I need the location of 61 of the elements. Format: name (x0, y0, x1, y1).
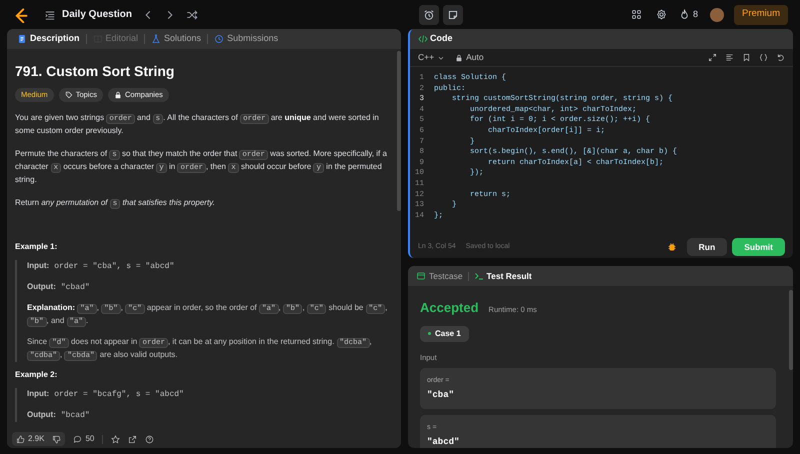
grid-icon[interactable] (630, 9, 642, 20)
scrollbar-thumb[interactable] (788, 290, 792, 370)
example-label: Input: (27, 260, 50, 272)
tag-icon (64, 91, 73, 99)
auto-mode-label: Auto (455, 51, 484, 64)
star-icon[interactable] (111, 434, 120, 444)
tab[interactable]: Test Result (474, 270, 532, 282)
format-icon[interactable] (725, 53, 734, 62)
timer-button[interactable] (419, 4, 440, 24)
tab[interactable]: Submissions (212, 32, 280, 46)
example-label: Output: (27, 409, 56, 421)
example-label: Output: (27, 281, 56, 293)
lock-icon (455, 54, 464, 62)
example-value: order = "bcafg", s = "abcd" (54, 389, 184, 401)
case-tab[interactable]: Case 1 (420, 326, 469, 342)
terminal-icon (474, 271, 484, 281)
list-icon (44, 8, 56, 20)
example-value: "cbad" (60, 282, 90, 294)
tab-icon (17, 34, 27, 44)
braces-icon[interactable] (759, 53, 768, 62)
language-dropdown[interactable]: C++ (418, 51, 446, 64)
tab-icon (151, 34, 162, 44)
scrollbar-thumb[interactable] (396, 51, 400, 211)
checkbox-icon (416, 271, 426, 281)
premium-button[interactable]: Premium (734, 4, 788, 24)
tab[interactable]: Description (15, 32, 82, 46)
comments-button[interactable]: 50 (73, 433, 94, 445)
streak-counter[interactable]: 8 (678, 8, 698, 22)
alarm-clock-icon (423, 8, 436, 20)
bug-icon[interactable] (666, 242, 677, 252)
example-label: Input: (27, 388, 50, 400)
problem-title: 791. Custom Sort String (15, 62, 176, 80)
comment-icon (73, 434, 82, 444)
panel-title: Code (418, 32, 452, 46)
param-value: "cba" (427, 389, 456, 402)
bookmark-icon[interactable] (742, 53, 751, 62)
reset-icon[interactable] (776, 53, 785, 62)
note-icon (447, 8, 460, 20)
tab[interactable]: Solutions (149, 32, 204, 46)
shuffle-icon[interactable] (186, 8, 198, 20)
lock-icon (114, 91, 122, 99)
thumbs-up-icon (16, 434, 25, 444)
verdict-text: Accepted (420, 299, 479, 317)
thumbs-down-icon (52, 434, 62, 444)
flame-icon (678, 9, 690, 20)
tab[interactable]: Testcase (416, 270, 463, 282)
example-heading: Example 2: (15, 369, 58, 381)
daily-question-button[interactable]: Daily Question (44, 7, 132, 22)
example-value: order = "cba", s = "abcd" (54, 261, 174, 273)
avatar[interactable] (710, 8, 724, 22)
example-heading: Example 1: (15, 241, 58, 253)
param-value: "abcd" (427, 436, 460, 448)
run-button[interactable]: Run (686, 238, 728, 256)
notes-button[interactable] (443, 4, 464, 24)
example-value: "bcad" (60, 410, 90, 422)
expand-icon[interactable] (708, 53, 717, 62)
share-icon[interactable] (128, 434, 138, 444)
code-icon (418, 34, 428, 44)
settings-icon[interactable] (656, 9, 667, 20)
help-icon[interactable] (145, 434, 154, 444)
tab-icon (214, 34, 224, 44)
